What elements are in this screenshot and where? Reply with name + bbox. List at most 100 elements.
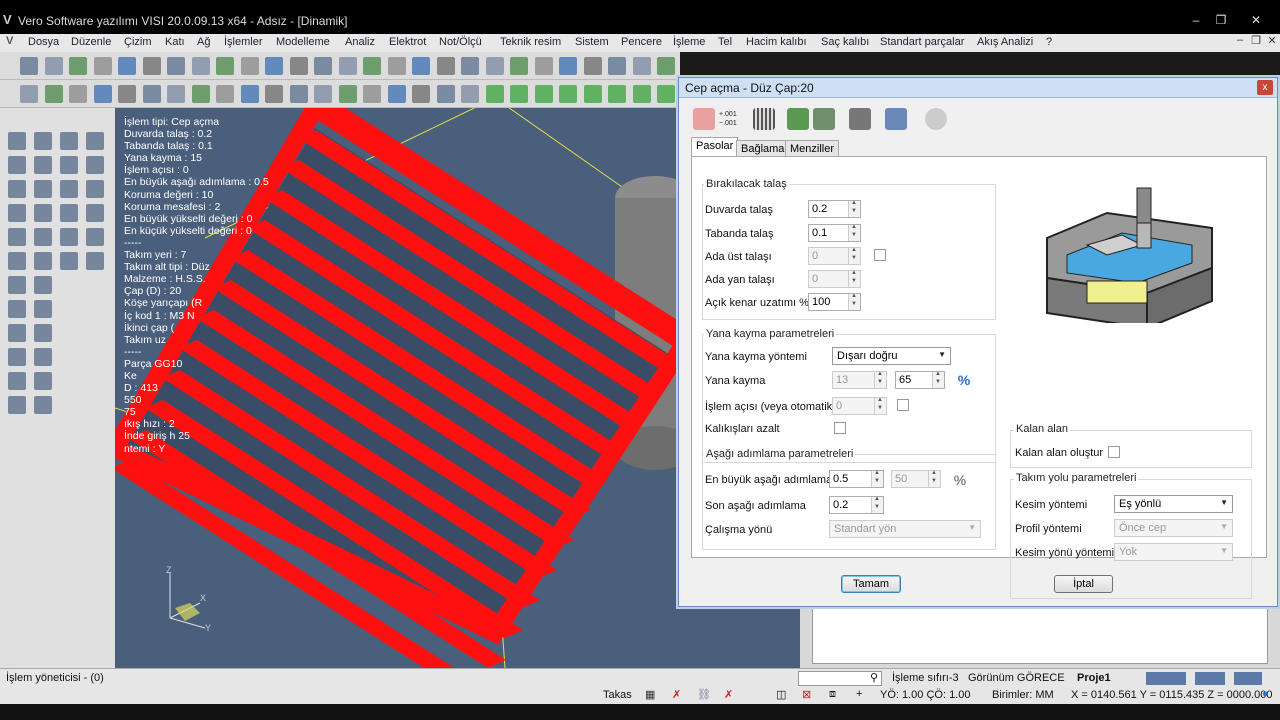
island-side-spinner[interactable] — [848, 270, 860, 287]
menu-item-7[interactable]: Analiz — [345, 36, 375, 48]
angle-spinner[interactable] — [874, 397, 886, 414]
angle-input[interactable]: 0 — [832, 397, 887, 415]
island-top-spinner[interactable] — [848, 247, 860, 264]
reduce-remnants-checkbox[interactable] — [834, 422, 846, 434]
left-tool-icon[interactable] — [34, 276, 52, 294]
doc-icon[interactable]: V — [6, 35, 13, 47]
menu-item-4[interactable]: Ağ — [197, 36, 210, 48]
toolbar-tool-icon[interactable] — [461, 85, 479, 103]
auto-angle-checkbox[interactable] — [897, 399, 909, 411]
left-tool-icon[interactable] — [86, 156, 104, 174]
left-tool-icon[interactable] — [8, 276, 26, 294]
toolbar-tool-icon[interactable] — [167, 85, 185, 103]
cancel-x-icon[interactable]: ✗ — [672, 688, 681, 701]
left-tool-icon[interactable] — [8, 228, 26, 246]
toolbar-tool-icon[interactable] — [314, 57, 332, 75]
left-tool-icon[interactable] — [34, 132, 52, 150]
toolbar-tool-icon[interactable] — [632, 85, 651, 103]
max-stepdown-input[interactable]: 0.5 — [829, 470, 884, 488]
left-tool-icon[interactable] — [8, 204, 26, 222]
delete-x-icon[interactable]: ✗ — [724, 688, 733, 701]
floor-stock-input[interactable]: 0.1 — [808, 224, 861, 242]
style-indicator[interactable] — [1234, 672, 1262, 685]
toolbar-tool-icon[interactable] — [289, 85, 308, 103]
menu-item-3[interactable]: Katı — [165, 36, 185, 48]
left-tool-icon[interactable] — [60, 180, 78, 198]
menu-item-8[interactable]: Elektrot — [389, 36, 426, 48]
tab-ranges[interactable]: Menziller — [785, 140, 840, 157]
stepover-pct-spinner[interactable] — [932, 371, 944, 388]
floor-stock-spinner[interactable] — [848, 224, 860, 241]
toolbar-tool-icon[interactable] — [167, 57, 185, 75]
box-icon[interactable] — [693, 108, 715, 130]
toolbar-tool-icon[interactable] — [387, 85, 406, 103]
toolbar-tool-icon[interactable] — [265, 57, 283, 75]
left-tool-icon[interactable] — [60, 252, 78, 270]
open-edge-input[interactable]: 100 — [808, 293, 861, 311]
left-tool-icon[interactable] — [34, 228, 52, 246]
left-tool-icon[interactable] — [8, 252, 26, 270]
island-top-input[interactable]: 0 — [808, 247, 861, 265]
toolbar-tool-icon[interactable] — [20, 57, 38, 75]
toolbar-tool-icon[interactable] — [583, 57, 602, 75]
toolbar-tool-icon[interactable] — [44, 85, 63, 103]
menu-item-19[interactable]: ? — [1046, 36, 1052, 48]
toolbar-tool-icon[interactable] — [485, 57, 504, 75]
toolbar-tool-icon[interactable] — [608, 57, 626, 75]
left-tool-icon[interactable] — [34, 204, 52, 222]
save-icon[interactable] — [849, 108, 871, 130]
menu-item-15[interactable]: Hacim kalıbı — [746, 36, 807, 48]
left-tool-icon[interactable] — [34, 180, 52, 198]
wall-stock-spinner[interactable] — [848, 200, 860, 217]
toolbar-tool-icon[interactable] — [240, 57, 259, 75]
menu-item-17[interactable]: Standart parçalar — [880, 36, 964, 48]
toolbar-tool-icon[interactable] — [118, 57, 136, 75]
left-tool-icon[interactable] — [8, 396, 26, 414]
search-icon[interactable]: ⚲ — [870, 671, 878, 684]
toolbar-tool-icon[interactable] — [191, 57, 210, 75]
island-side-input[interactable]: 0 — [808, 270, 861, 288]
stepdown-percent-toggle[interactable]: % — [949, 470, 971, 490]
left-tool-icon[interactable] — [34, 348, 52, 366]
toolbar-tool-icon[interactable] — [583, 85, 602, 103]
toolbar-tool-icon[interactable] — [608, 85, 626, 103]
toolbar-tool-icon[interactable] — [93, 57, 112, 75]
menu-item-18[interactable]: Akış Analizi — [977, 36, 1033, 48]
toolbar-tool-icon[interactable] — [632, 57, 651, 75]
plus-icon[interactable]: + — [856, 688, 862, 700]
left-tool-icon[interactable] — [60, 204, 78, 222]
left-tool-icon[interactable] — [34, 156, 52, 174]
max-stepdown-spinner[interactable] — [871, 470, 883, 487]
globe-icon[interactable]: ● — [1262, 688, 1269, 700]
cancel-button[interactable]: İptal — [1054, 575, 1113, 593]
last-stepdown-input[interactable]: 0.2 — [829, 496, 884, 514]
minimize-button[interactable]: – — [1185, 12, 1207, 28]
left-tool-icon[interactable] — [34, 372, 52, 390]
left-tool-icon[interactable] — [34, 252, 52, 270]
profile-method-select[interactable]: Önce cep ▼ — [1114, 519, 1233, 537]
color-indicator[interactable] — [1195, 672, 1225, 685]
gear-icon[interactable] — [813, 108, 835, 130]
open-edge-spinner[interactable] — [848, 293, 860, 310]
calendar-icon[interactable]: ▦ — [645, 688, 655, 701]
toolbar-tool-icon[interactable] — [363, 85, 381, 103]
left-tool-icon[interactable] — [86, 228, 104, 246]
toolbar-tool-icon[interactable] — [118, 85, 136, 103]
left-tool-icon[interactable] — [8, 324, 26, 342]
offset-icon[interactable]: +.001 −.001 — [719, 108, 741, 130]
menu-item-1[interactable]: Düzenle — [71, 36, 111, 48]
dialog-close-button[interactable]: x — [1257, 80, 1273, 95]
toolbar-tool-icon[interactable] — [559, 85, 577, 103]
toolbar-tool-icon[interactable] — [216, 57, 234, 75]
wall-stock-input[interactable]: 0.2 — [808, 200, 861, 218]
cut-direction-select[interactable]: Yok ▼ — [1114, 543, 1233, 561]
work-direction-select[interactable]: Standart yön ▼ — [829, 520, 981, 538]
create-rest-checkbox[interactable] — [1108, 446, 1120, 458]
left-tool-icon[interactable] — [60, 228, 78, 246]
gear-arrow-icon[interactable] — [787, 108, 809, 130]
left-tool-icon[interactable] — [8, 180, 26, 198]
maximize-button[interactable]: ❐ — [1210, 12, 1232, 28]
toolbar-tool-icon[interactable] — [20, 85, 38, 103]
close-window-button[interactable]: ✕ — [1245, 12, 1267, 28]
toolbar-tool-icon[interactable] — [69, 57, 87, 75]
